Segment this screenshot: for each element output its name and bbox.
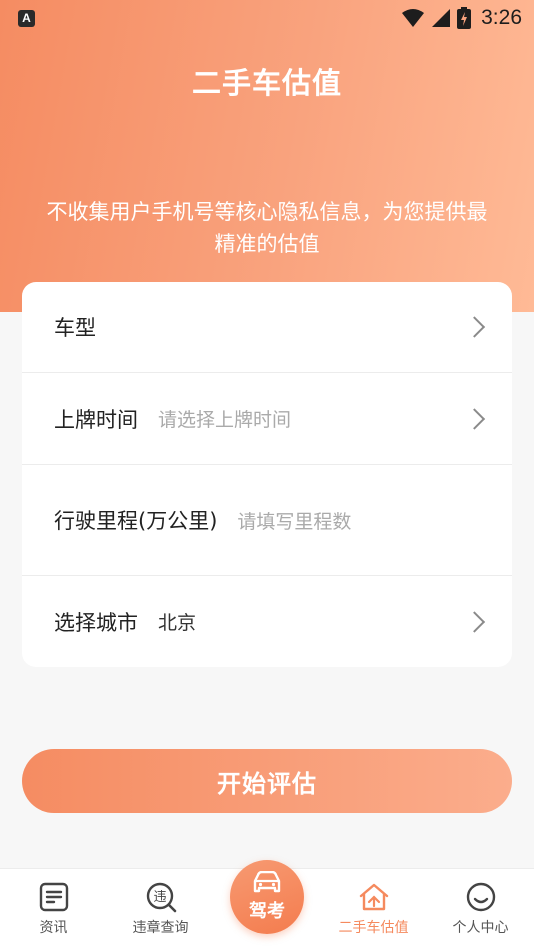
form-row-registration-date[interactable]: 上牌时间 请选择上牌时间 bbox=[22, 373, 512, 465]
form-row-city[interactable]: 选择城市 北京 bbox=[22, 576, 512, 667]
registration-date-label: 上牌时间 bbox=[54, 407, 138, 432]
smiley-icon bbox=[466, 882, 495, 912]
city-label: 选择城市 bbox=[54, 610, 138, 635]
news-icon bbox=[39, 882, 68, 912]
chevron-right-icon bbox=[463, 610, 486, 633]
nav-item-driving-test[interactable]: 驾考 bbox=[230, 860, 304, 934]
form-row-mileage[interactable]: 行驶里程(万公里) 请填写里程数 bbox=[22, 465, 512, 576]
car-model-label: 车型 bbox=[54, 316, 96, 340]
cellular-signal-icon bbox=[432, 9, 451, 27]
status-time: 3:26 bbox=[481, 6, 522, 29]
wifi-icon bbox=[402, 9, 425, 27]
nav-item-news[interactable]: 资讯 bbox=[0, 869, 107, 950]
start-evaluation-button[interactable]: 开始评估 bbox=[22, 749, 512, 813]
nav-item-profile[interactable]: 个人中心 bbox=[427, 869, 534, 950]
nav-label-news: 资讯 bbox=[39, 920, 68, 936]
city-value: 北京 bbox=[158, 612, 197, 634]
mileage-input[interactable]: 请填写里程数 bbox=[237, 507, 351, 534]
status-bar: A 3:26 bbox=[0, 0, 534, 36]
nav-label-profile: 个人中心 bbox=[452, 920, 509, 936]
chevron-right-icon bbox=[463, 316, 486, 338]
form-row-car-model[interactable]: 车型 bbox=[22, 282, 512, 373]
nav-label-used-car-valuation: 二手车估值 bbox=[338, 920, 409, 936]
nav-item-used-car-valuation[interactable]: 二手车估值 bbox=[320, 869, 427, 950]
battery-icon bbox=[457, 7, 472, 29]
valuation-form: 车型 上牌时间 请选择上牌时间 行驶里程(万公里) 请填写里程数 选择城市 北京 bbox=[22, 282, 512, 667]
car-icon bbox=[253, 871, 281, 893]
svg-text:违: 违 bbox=[153, 890, 166, 905]
registration-date-placeholder: 请选择上牌时间 bbox=[158, 409, 292, 431]
used-car-value-icon bbox=[359, 883, 388, 911]
page-title: 二手车估值 bbox=[191, 66, 342, 100]
header-subtitle: 不收集用户手机号等核心隐私信息，为您提供最精准的估值 bbox=[46, 200, 488, 256]
nav-item-violation-search[interactable]: 违 违章查询 bbox=[107, 869, 214, 950]
chevron-right-icon bbox=[463, 407, 486, 430]
mileage-label: 行驶里程(万公里) bbox=[54, 509, 218, 533]
app-notification-icon: A bbox=[18, 9, 35, 27]
nav-label-violation-search: 违章查询 bbox=[132, 920, 189, 936]
header-banner bbox=[0, 0, 534, 312]
nav-label-driving-test: 驾考 bbox=[249, 901, 285, 922]
status-indicators: 3:26 bbox=[401, 6, 522, 30]
violation-search-icon: 违 bbox=[146, 882, 176, 913]
